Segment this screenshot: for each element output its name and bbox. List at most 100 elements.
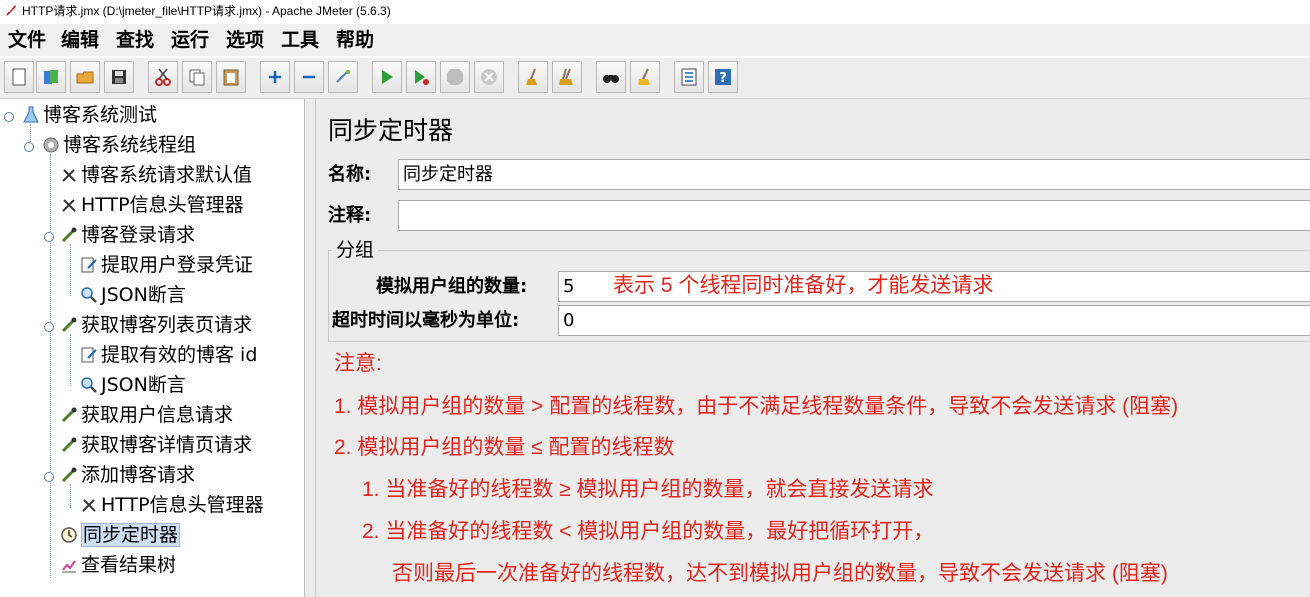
pipette-icon [61,407,77,423]
tree-expander[interactable] [4,112,14,122]
magnifier-icon [81,287,97,303]
annotation-line-2-2: 2. 当准备好的线程数 < 模拟用户组的数量，最好把循环打开， [362,520,935,543]
panel-title: 同步定时器 [328,116,454,145]
tree-expander[interactable] [44,472,54,482]
clear-button[interactable] [518,61,548,93]
paste-button[interactable] [216,61,246,93]
collapse-button[interactable] [294,61,324,93]
tree-node-thread-group[interactable]: 博客系统线程组 [42,131,196,159]
clear-all-button[interactable] [552,61,582,93]
function-helper-button[interactable] [674,61,704,93]
tree-node-header-manager[interactable]: HTTP信息头管理器 [80,491,264,519]
tree-line [50,154,51,578]
start-button[interactable] [372,61,402,93]
tree-expander[interactable] [24,142,34,152]
new-icon [12,68,26,86]
tree-node-user-info-request[interactable]: 获取用户信息请求 [60,401,233,429]
reset-search-button[interactable] [630,61,660,93]
pipette-icon [61,437,77,453]
menu-help[interactable]: 帮助 [336,28,374,52]
timer-config-panel: 同步定时器 名称: 同步定时器 注释: 分组 模拟用户组的数量: 5 超时时间以… [316,99,1310,597]
function-helper-icon [681,68,697,86]
flask-icon [23,106,39,123]
comment-field[interactable] [398,200,1310,231]
splitter-handle[interactable] [305,99,316,597]
search-button[interactable] [596,61,626,93]
stop-icon [447,69,463,85]
tree-node-sync-timer[interactable]: 同步定时器 [60,521,181,549]
name-field[interactable]: 同步定时器 [398,159,1310,190]
save-button[interactable] [104,61,134,93]
tree-node-header-manager[interactable]: HTTP信息头管理器 [60,191,244,219]
annotation-line-2-1: 1. 当准备好的线程数 ≥ 模拟用户组的数量，就会直接发送请求 [362,478,934,501]
annotation-inline-note: 表示 5 个线程同时准备好，才能发送请求 [613,274,994,297]
cut-button[interactable] [148,61,178,93]
annotation-line-2-2b: 否则最后一次准备好的线程数，达不到模拟用户组的数量，导致不会发送请求 (阻塞) [392,562,1168,585]
toggle-button[interactable] [328,61,358,93]
annotation-title: 注意: [334,352,382,375]
menu-file[interactable]: 文件 [8,28,46,52]
copy-button[interactable] [182,61,212,93]
search-icon [603,75,619,83]
comment-label: 注释: [328,205,372,226]
pipette-icon [61,227,77,243]
tree-expander[interactable] [44,232,54,242]
tree-node-results-tree[interactable]: 查看结果树 [60,551,176,579]
timeout-label: 超时时间以毫秒为单位: [332,310,520,331]
tree-node-defaults[interactable]: 博客系统请求默认值 [60,161,252,189]
help-button[interactable]: ? [708,61,738,93]
pipette-icon [61,317,77,333]
copy-icon [189,69,205,86]
expand-icon [269,71,281,83]
tree-expander[interactable] [44,322,54,332]
tree-node-test-plan[interactable]: 博客系统测试 [22,101,157,129]
title-bar: HTTP请求.jmx (D:\jmeter_file\HTTP请求.jmx) -… [0,0,1310,22]
tree-node-list-request[interactable]: 获取博客列表页请求 [60,311,252,339]
collapse-icon [303,75,315,79]
help-icon: ? [715,69,731,86]
tree-node-json-assertion[interactable]: JSON断言 [80,371,186,399]
menu-run[interactable]: 运行 [171,28,209,52]
timeout-field[interactable]: 0 [558,305,1310,336]
paste-icon [223,69,239,86]
magnifier-icon [81,377,97,393]
menu-search[interactable]: 查找 [116,28,154,52]
tree-line [70,244,71,296]
save-icon [112,70,126,84]
templates-icon [44,70,58,84]
stop-button[interactable] [440,61,470,93]
new-button[interactable] [4,61,34,93]
toolbar: ? [0,58,1310,99]
tree-node-extractor[interactable]: 提取用户登录凭证 [80,251,253,279]
menu-tools[interactable]: 工具 [281,28,319,52]
tree-node-add-blog-request[interactable]: 添加博客请求 [60,461,195,489]
open-button[interactable] [70,61,100,93]
tree-node-detail-request[interactable]: 获取博客详情页请求 [60,431,252,459]
tree-node-login-request[interactable]: 博客登录请求 [60,221,195,249]
pipette-icon [61,467,77,483]
start-no-pause-button[interactable] [406,61,436,93]
test-plan-tree[interactable]: 博客系统测试 博客系统线程组 博客系统请求默认值 HTTP信息头管理器 博客登录… [0,99,305,597]
toggle-icon [336,70,350,83]
num-users-label: 模拟用户组的数量: [376,276,528,297]
menu-options[interactable]: 选项 [226,28,264,52]
chart-icon [62,560,76,573]
grouping-title: 分组 [332,238,379,262]
cut-icon [155,68,171,86]
name-label: 名称: [328,164,372,185]
wrench-icon [62,169,76,182]
menu-edit[interactable]: 编辑 [61,28,99,52]
clear-all-icon [559,68,573,85]
tree-node-extractor[interactable]: 提取有效的博客 id [80,341,257,369]
window-title: HTTP请求.jmx (D:\jmeter_file\HTTP请求.jmx) -… [22,4,391,18]
tree-node-json-assertion[interactable]: JSON断言 [80,281,186,309]
clear-icon [526,68,537,85]
extractor-icon [81,257,97,273]
timer-icon [61,527,77,543]
shutdown-button[interactable] [474,61,504,93]
templates-button[interactable] [36,61,66,93]
expand-button[interactable] [260,61,290,93]
annotation-line-1: 1. 模拟用户组的数量 > 配置的线程数，由于不满足线程数量条件，导致不会发送请… [334,395,1179,418]
extractor-icon [81,347,97,363]
menu-bar: 文件 编辑 查找 运行 选项 工具 帮助 [0,24,1310,56]
